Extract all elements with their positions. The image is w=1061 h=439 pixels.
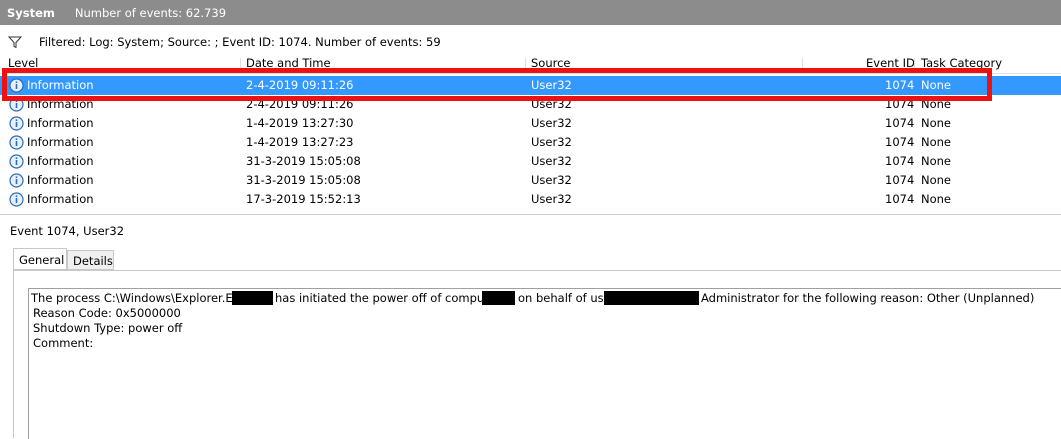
shutdown-type-line: Shutdown Type: power off [33, 321, 183, 335]
event-date: 1-4-2019 13:27:30 [246, 116, 354, 130]
tab-details[interactable]: Details [67, 250, 114, 270]
event-date: 31-3-2019 15:05:08 [246, 173, 361, 187]
event-level: Information [27, 173, 94, 187]
event-task: None [921, 116, 952, 130]
event-row[interactable]: Information 31-3-2019 15:05:08 User32 10… [0, 171, 1061, 190]
funnel-icon[interactable] [8, 35, 22, 49]
message-power-off: has initiated the power off of computer [275, 291, 501, 305]
highlight-box [2, 68, 992, 101]
message-process: The process C:\Windows\Explorer.EXE [31, 291, 248, 305]
message-reason: Administrator for the following reason: … [701, 291, 1035, 305]
info-icon [9, 154, 24, 169]
filter-description: Filtered: Log: System; Source: ; Event I… [39, 34, 441, 49]
detail-title: Event 1074, User32 [10, 224, 125, 238]
event-id: 1074 [885, 135, 915, 149]
event-source: User32 [531, 192, 572, 206]
info-icon [9, 173, 24, 188]
event-row[interactable]: Information 1-4-2019 13:27:23 User32 107… [0, 133, 1061, 152]
event-date: 17-3-2019 15:52:13 [246, 192, 361, 206]
info-icon [9, 135, 24, 150]
event-id: 1074 [885, 154, 915, 168]
redaction-bar [604, 291, 699, 305]
event-task: None [921, 173, 952, 187]
log-title: System [7, 5, 55, 20]
event-source: User32 [531, 173, 572, 187]
event-row[interactable]: Information 31-3-2019 15:05:08 User32 10… [0, 152, 1061, 171]
message-on-behalf: on behalf of user [518, 291, 616, 305]
event-task: None [921, 154, 952, 168]
event-source: User32 [531, 135, 572, 149]
event-level: Information [27, 154, 94, 168]
log-title-bar: System Number of events: 62.739 [0, 0, 1061, 25]
event-id: 1074 [885, 116, 915, 130]
comment-line: Comment: [33, 336, 94, 350]
info-icon [9, 116, 24, 131]
event-id: 1074 [885, 192, 915, 206]
event-task: None [921, 135, 952, 149]
event-level: Information [27, 116, 94, 130]
event-task: None [921, 192, 952, 206]
event-row[interactable]: Information 1-4-2019 13:27:30 User32 107… [0, 114, 1061, 133]
redaction-bar [482, 291, 515, 305]
event-level: Information [27, 135, 94, 149]
event-row[interactable]: Information 17-3-2019 15:52:13 User32 10… [0, 190, 1061, 209]
event-date: 31-3-2019 15:05:08 [246, 154, 361, 168]
reason-code-line: Reason Code: 0x5000000 [33, 306, 181, 320]
event-count: Number of events: 62.739 [74, 5, 227, 20]
event-source: User32 [531, 116, 572, 130]
event-date: 1-4-2019 13:27:23 [246, 135, 354, 149]
event-level: Information [27, 192, 94, 206]
info-icon [9, 192, 24, 207]
tab-general[interactable]: General [13, 248, 67, 270]
filter-bar: Filtered: Log: System; Source: ; Event I… [0, 25, 1061, 59]
detail-header: Event 1074, User32 [0, 214, 1061, 247]
event-description-box[interactable] [28, 288, 1061, 439]
event-source: User32 [531, 154, 572, 168]
redaction-bar [232, 291, 273, 305]
event-id: 1074 [885, 173, 915, 187]
